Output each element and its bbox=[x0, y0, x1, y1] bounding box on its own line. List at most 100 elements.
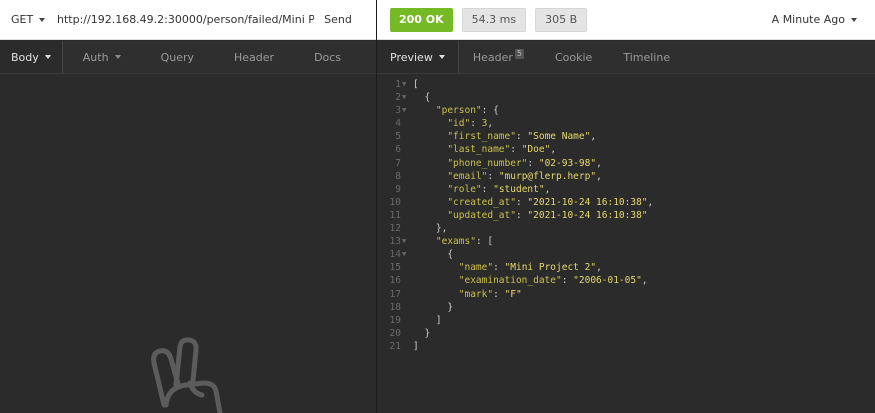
request-tabs: Body Auth Query Header Docs bbox=[0, 41, 376, 74]
tab-timeline[interactable]: Timeline bbox=[609, 41, 684, 73]
line-number: 16 bbox=[389, 275, 401, 287]
fold-gutter bbox=[401, 288, 411, 301]
code-token: : bbox=[487, 170, 499, 182]
code-token: }, bbox=[435, 223, 448, 235]
tab-timeline-label: Timeline bbox=[623, 50, 671, 64]
fold-toggle-icon[interactable]: ▼ bbox=[401, 91, 411, 104]
method-dropdown[interactable]: GET bbox=[0, 13, 46, 26]
fold-gutter bbox=[401, 222, 411, 235]
code-text: { bbox=[411, 248, 453, 261]
tab-cookie[interactable]: Cookie bbox=[538, 41, 609, 73]
fold-toggle-icon[interactable]: ▼ bbox=[401, 235, 411, 248]
fold-toggle-icon[interactable]: ▼ bbox=[401, 78, 411, 91]
code-line: 13 ▼ "exams": [ bbox=[377, 235, 875, 248]
fold-gutter bbox=[401, 196, 411, 209]
tab-preview[interactable]: Preview bbox=[377, 41, 459, 73]
fold-gutter bbox=[401, 314, 411, 327]
fold-gutter bbox=[401, 301, 411, 314]
code-line: 15 "name": "Mini Project 2", bbox=[377, 261, 875, 274]
chevron-down-icon bbox=[438, 55, 445, 59]
code-text: "created_at": "2021-10-24 16:10:38", bbox=[411, 196, 653, 209]
code-token: "Some Name" bbox=[527, 131, 591, 143]
code-line: 21] bbox=[377, 340, 875, 353]
code-token: , bbox=[596, 170, 602, 182]
code-text: "exams": [ bbox=[411, 235, 493, 248]
line-number: 8 bbox=[395, 170, 401, 182]
fold-gutter bbox=[401, 340, 411, 353]
tab-docs[interactable]: Docs bbox=[294, 41, 361, 73]
code-text: "phone_number": "02-93-98", bbox=[411, 157, 602, 170]
line-number: 19 bbox=[389, 314, 401, 326]
tab-query[interactable]: Query bbox=[141, 41, 214, 73]
code-text: "mark": "F" bbox=[411, 288, 522, 301]
line-number: 15 bbox=[389, 262, 401, 274]
code-token: : bbox=[493, 288, 505, 300]
history-dropdown[interactable]: A Minute Ago bbox=[772, 13, 857, 26]
code-token: "email" bbox=[447, 170, 488, 182]
code-token: : bbox=[561, 275, 574, 287]
code-token: "2021-10-24 16:10:38" bbox=[527, 196, 648, 208]
code-token: : bbox=[493, 262, 505, 274]
tab-auth[interactable]: Auth bbox=[63, 41, 141, 73]
line-number: 9 bbox=[395, 183, 401, 195]
fold-gutter bbox=[401, 183, 411, 196]
line-number: 7 bbox=[395, 157, 401, 169]
code-line: 17 "mark": "F" bbox=[377, 288, 875, 301]
code-text: "name": "Mini Project 2", bbox=[411, 261, 602, 274]
fold-gutter bbox=[401, 170, 411, 183]
send-button[interactable]: Send bbox=[314, 0, 362, 40]
code-text: "first_name": "Some Name", bbox=[411, 130, 596, 143]
code-token: , bbox=[647, 196, 654, 208]
code-text: } bbox=[411, 301, 453, 314]
code-token: [ bbox=[413, 79, 419, 90]
code-text: "updated_at": "2021-10-24 16:10:38" bbox=[411, 209, 647, 222]
code-line: 11 "updated_at": "2021-10-24 16:10:38" bbox=[377, 209, 875, 222]
line-number: 2 bbox=[395, 92, 401, 104]
fold-gutter bbox=[401, 157, 411, 170]
code-line: 12 }, bbox=[377, 222, 875, 235]
line-number: 12 bbox=[389, 223, 401, 235]
code-token: : { bbox=[481, 105, 499, 117]
code-token: "murp@flerp.herp" bbox=[498, 170, 597, 182]
history-label: A Minute Ago bbox=[771, 13, 845, 26]
code-token: : bbox=[515, 131, 528, 143]
code-line: 16 "examination_date": "2006-01-05", bbox=[377, 274, 875, 287]
tab-auth-label: Auth bbox=[82, 50, 109, 64]
code-token: ] bbox=[413, 340, 419, 352]
code-text: { bbox=[411, 91, 430, 104]
tab-cookie-label: Cookie bbox=[554, 50, 593, 64]
tab-response-header[interactable]: Header 5 bbox=[459, 41, 538, 73]
response-time-badge: 54.3 ms bbox=[461, 7, 527, 32]
line-number: 13 bbox=[389, 236, 401, 248]
fold-toggle-icon[interactable]: ▼ bbox=[401, 104, 411, 117]
code-text: "id": 3, bbox=[411, 117, 493, 130]
code-line: 9 "role": "student", bbox=[377, 183, 875, 196]
response-preview[interactable]: 1 ▼[2 ▼ {3 ▼ "person": {4 "id": 3, 5 "first_… bbox=[377, 78, 875, 353]
fold-toggle-icon[interactable]: ▼ bbox=[401, 248, 411, 261]
code-token: "examination_date" bbox=[458, 275, 562, 287]
code-token: , bbox=[487, 118, 494, 130]
code-text: "examination_date": "2006-01-05", bbox=[411, 274, 648, 287]
line-number: 4 bbox=[395, 118, 401, 130]
code-line: 20 } bbox=[377, 327, 875, 340]
method-label: GET bbox=[11, 13, 34, 26]
url-input[interactable] bbox=[46, 0, 314, 39]
code-token: } bbox=[447, 301, 454, 313]
tab-body[interactable]: Body bbox=[0, 41, 63, 73]
code-token: : bbox=[481, 183, 494, 195]
code-token: "F" bbox=[504, 288, 522, 300]
line-number: 5 bbox=[395, 131, 401, 143]
line-number: 1 bbox=[395, 79, 401, 90]
line-number: 6 bbox=[395, 144, 401, 156]
code-token: "phone_number" bbox=[447, 157, 528, 169]
code-line: 8 "email": "murp@flerp.herp", bbox=[377, 170, 875, 183]
fold-gutter bbox=[401, 274, 411, 287]
code-text: } bbox=[411, 327, 430, 340]
tab-header[interactable]: Header bbox=[214, 41, 294, 73]
code-token: "role" bbox=[447, 183, 482, 195]
code-token: , bbox=[596, 157, 602, 169]
code-line: 1 ▼[ bbox=[377, 78, 875, 91]
tab-header-label: Header bbox=[234, 50, 275, 64]
status-badge: 200 OK bbox=[390, 7, 453, 32]
tab-preview-label: Preview bbox=[390, 50, 433, 64]
